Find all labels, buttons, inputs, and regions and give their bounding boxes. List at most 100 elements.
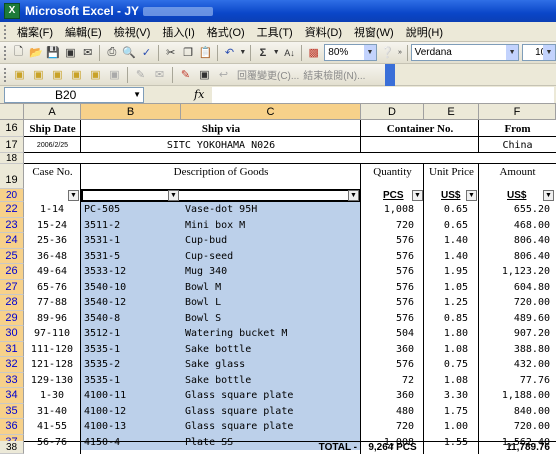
item-code-cell[interactable]: 3535-2 <box>81 357 181 373</box>
case-no-header[interactable]: Case No. <box>24 164 81 189</box>
description-cell[interactable]: Glass square plate <box>181 403 361 419</box>
unit-price-cell[interactable]: 1.80 <box>424 326 478 342</box>
description-cell[interactable]: Sake bottle <box>181 341 361 357</box>
ink-annotations-icon[interactable]: ✎ <box>177 66 194 83</box>
usd-unit-label[interactable]: US$ <box>441 189 466 202</box>
description-cell[interactable]: Cup-seed <box>181 248 361 264</box>
reply-with-changes-button[interactable]: 回覆變更(C)... <box>237 67 299 82</box>
row-header[interactable]: 27 <box>0 279 24 295</box>
menu-tools[interactable]: 工具(T) <box>251 24 299 40</box>
spelling-icon[interactable]: ✓ <box>139 44 154 61</box>
description-cell[interactable]: Sake glass <box>181 357 361 373</box>
description-cell[interactable]: Bowl S <box>181 310 361 326</box>
amount-cell[interactable]: 840.00 <box>479 404 556 420</box>
row-header[interactable]: 24 <box>0 233 24 249</box>
row-header[interactable]: 30 <box>0 326 24 342</box>
row-header[interactable]: 28 <box>0 295 24 311</box>
permission-icon[interactable]: ▣ <box>63 44 78 61</box>
description-cell[interactable]: Glass square plate <box>181 388 361 404</box>
show-comment-icon[interactable]: ▣ <box>68 66 85 83</box>
amount-cell[interactable]: 1,188.00 <box>479 388 556 404</box>
amount-cell[interactable]: 388.80 <box>479 342 556 358</box>
filter-dropdown-a[interactable]: ▼ <box>68 190 79 201</box>
chevron-down-icon[interactable]: ▼ <box>273 44 280 61</box>
case-no-cell[interactable]: 77-88 <box>24 295 80 311</box>
description-cell[interactable]: Glass square plate <box>181 419 361 435</box>
column-header-a[interactable]: A <box>24 104 81 120</box>
delete-ink-icon[interactable]: ▣ <box>196 66 213 83</box>
menu-format[interactable]: 格式(O) <box>201 24 251 40</box>
ship-date-header[interactable]: Ship Date <box>24 120 81 137</box>
amount-cell[interactable]: 77.76 <box>479 373 556 389</box>
item-code-cell[interactable]: 3511-2 <box>81 217 181 233</box>
column-header-d[interactable]: D <box>361 104 424 120</box>
quantity-cell[interactable]: 576 <box>361 311 423 327</box>
amount-cell[interactable]: 655.20 <box>479 202 556 218</box>
description-cell[interactable]: Watering bucket M <box>181 326 361 342</box>
filter-dropdown-f[interactable]: ▼ <box>543 190 554 201</box>
case-no-cell[interactable]: 121-128 <box>24 357 80 373</box>
new-icon[interactable]: 🗋 <box>11 44 26 61</box>
chart-wizard-icon[interactable]: ▩ <box>306 44 321 61</box>
row-header[interactable]: 26 <box>0 264 24 280</box>
total-quantity[interactable]: 9,264 PCS <box>361 441 424 454</box>
description-cell[interactable]: Mug 340 <box>181 264 361 280</box>
save-icon[interactable]: 💾 <box>46 44 61 61</box>
unit-price-cell[interactable]: 0.85 <box>424 311 478 327</box>
quantity-cell[interactable]: 576 <box>361 233 423 249</box>
item-code-cell[interactable]: PC-505 <box>81 202 181 218</box>
amount-cell[interactable]: 468.00 <box>479 218 556 234</box>
row-header[interactable]: 34 <box>0 388 24 404</box>
print-icon[interactable]: ⎙ <box>104 44 119 61</box>
unit-price-cell[interactable]: 0.65 <box>424 218 478 234</box>
chevron-down-icon[interactable]: » <box>397 44 402 61</box>
unit-price-cell[interactable]: 1.40 <box>424 233 478 249</box>
new-comment-icon[interactable]: ▣ <box>11 66 28 83</box>
ship-via-value[interactable]: SITC YOKOHAMA N026 <box>81 137 361 153</box>
description-cell[interactable]: Cup-bud <box>181 233 361 249</box>
row-header[interactable]: 29 <box>0 310 24 326</box>
font-select[interactable]: Verdana ▼ <box>410 44 520 61</box>
item-code-cell[interactable]: 3535-1 <box>81 341 181 357</box>
next-comment-icon[interactable]: ▣ <box>49 66 66 83</box>
row-header-38[interactable]: 38 <box>0 441 24 454</box>
selected-cell-b20[interactable] <box>81 189 361 202</box>
print-preview-icon[interactable]: 🔍 <box>122 44 137 61</box>
row-header[interactable]: 31 <box>0 341 24 357</box>
from-value[interactable]: China <box>479 137 556 153</box>
menu-window[interactable]: 視窗(W) <box>348 24 400 40</box>
column-header-b[interactable]: B <box>81 104 181 120</box>
item-code-cell[interactable]: 3531-1 <box>81 233 181 249</box>
select-all-corner[interactable] <box>0 104 24 120</box>
usd-amount-unit-label[interactable]: US$ <box>507 189 532 202</box>
amount-cell[interactable]: 806.40 <box>479 233 556 249</box>
description-header[interactable]: Description of Goods <box>81 164 361 189</box>
copy-icon[interactable]: ❐ <box>180 44 195 61</box>
case-no-cell[interactable]: 49-64 <box>24 264 80 280</box>
case-no-cell[interactable]: 25-36 <box>24 233 80 249</box>
unit-price-cell[interactable]: 0.65 <box>424 202 478 218</box>
description-cell[interactable]: Sake bottle <box>181 372 361 388</box>
quantity-cell[interactable]: 504 <box>361 326 423 342</box>
quantity-cell[interactable]: 720 <box>361 419 423 435</box>
menu-help[interactable]: 說明(H) <box>400 24 449 40</box>
item-code-cell[interactable]: 3512-1 <box>81 326 181 342</box>
filter-dropdown-e[interactable]: ▼ <box>466 190 477 201</box>
amount-cell[interactable]: 489.60 <box>479 311 556 327</box>
case-no-cell[interactable]: 36-48 <box>24 249 80 265</box>
container-value[interactable] <box>361 137 479 153</box>
amount-cell[interactable]: 907.20 <box>479 326 556 342</box>
quantity-cell[interactable]: 576 <box>361 249 423 265</box>
item-code-cell[interactable]: 3540-8 <box>81 310 181 326</box>
description-cell[interactable]: Vase-dot 95H <box>181 202 361 218</box>
chevron-down-icon[interactable]: ▼ <box>239 44 246 61</box>
amount-cell[interactable]: 720.00 <box>479 295 556 311</box>
unit-price-cell[interactable]: 1.00 <box>424 419 478 435</box>
amount-header[interactable]: Amount <box>479 164 556 189</box>
reply-icon[interactable]: ↩ <box>215 66 232 83</box>
description-cell[interactable]: Bowl L <box>181 295 361 311</box>
case-no-cell[interactable]: 97-110 <box>24 326 80 342</box>
item-code-cell[interactable]: 3535-1 <box>81 372 181 388</box>
menu-data[interactable]: 資料(D) <box>299 24 348 40</box>
column-header-e[interactable]: E <box>424 104 479 120</box>
